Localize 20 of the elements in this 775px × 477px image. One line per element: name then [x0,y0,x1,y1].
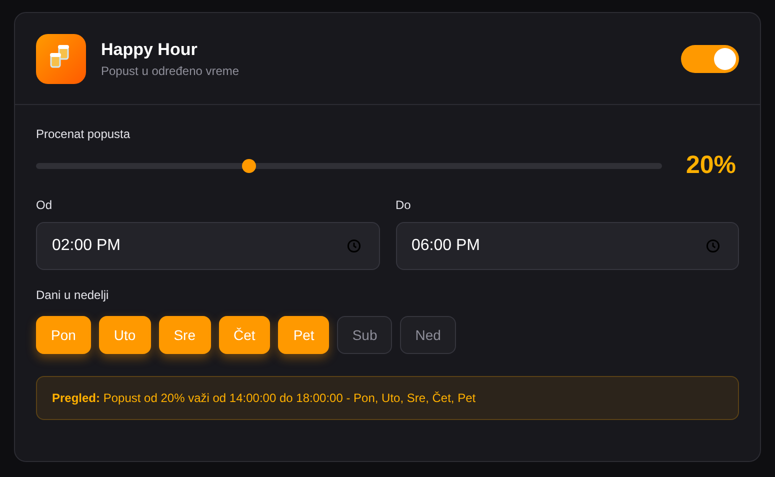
day-button[interactable]: Čet [218,316,270,354]
field-label: Dani u nedelji [36,288,109,302]
day-button[interactable]: Sre [158,316,211,354]
slider-thumb[interactable] [242,158,256,172]
card-title: Happy Hour [101,40,198,60]
card-subtitle: Popust u određeno vreme [101,64,240,78]
day-button[interactable]: Pet [278,316,330,354]
day-button[interactable]: Ned [400,316,456,354]
toggle-switch[interactable] [681,45,739,73]
time-field[interactable]: 02:00 PM [36,222,380,270]
day-button[interactable]: Sub [337,316,392,354]
percent-value: 20% [686,151,738,180]
day-button[interactable]: Uto [98,316,151,354]
field-label: Procenat popusta [36,127,130,141]
day-button[interactable]: Pon [36,316,91,354]
field-label: Do [396,198,411,212]
time-field[interactable]: 06:00 PM [396,222,739,270]
beer-mugs-icon [36,34,86,84]
preview-text: Pregled: Popust od 20% važi od 14:00:00 do 18:00:00 - Pon, Uto, Sre, Čet, Pet [52,391,476,405]
field-label: Od [36,198,52,212]
